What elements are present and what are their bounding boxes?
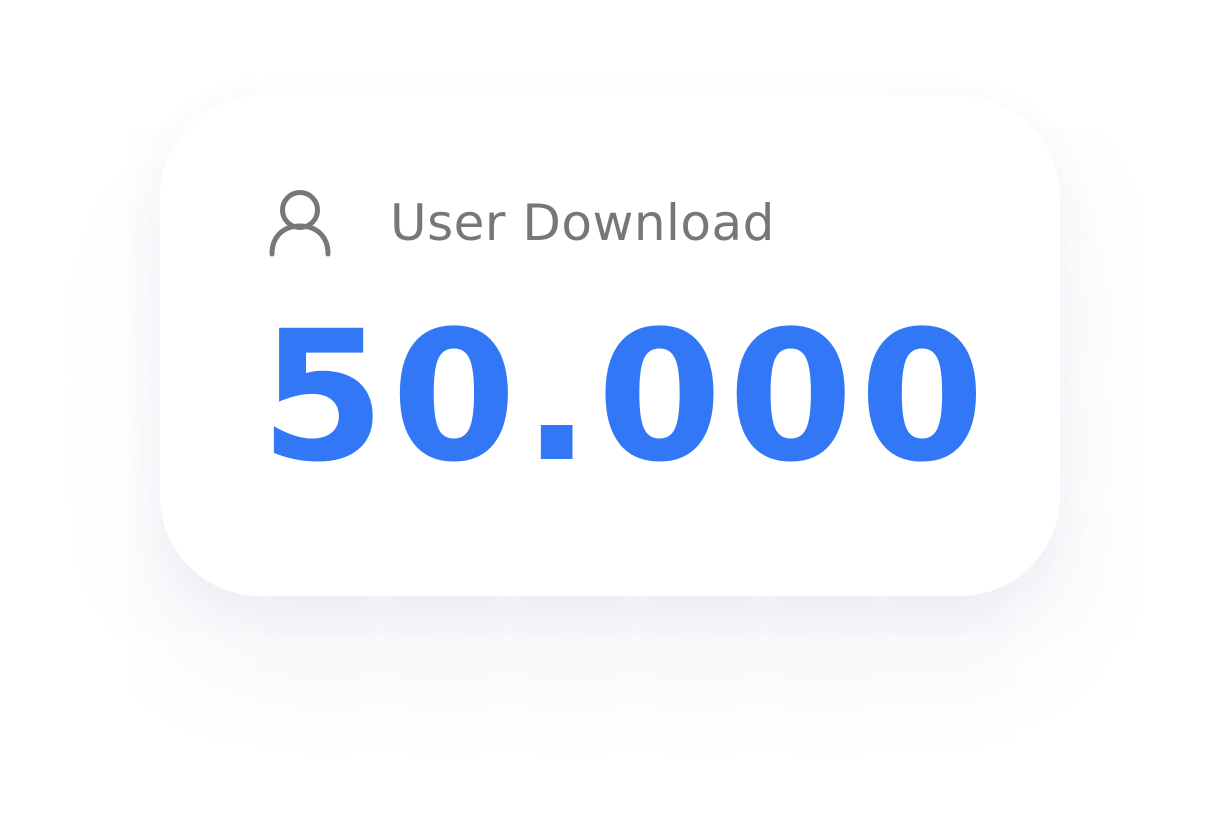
stat-card: User Download 50.000 <box>160 96 1060 596</box>
user-icon <box>268 188 332 258</box>
page: User Download 50.000 <box>0 0 1220 820</box>
stat-card-header: User Download <box>268 188 775 258</box>
stat-label: User Download <box>390 194 775 252</box>
stat-value: 50.000 <box>260 293 991 502</box>
